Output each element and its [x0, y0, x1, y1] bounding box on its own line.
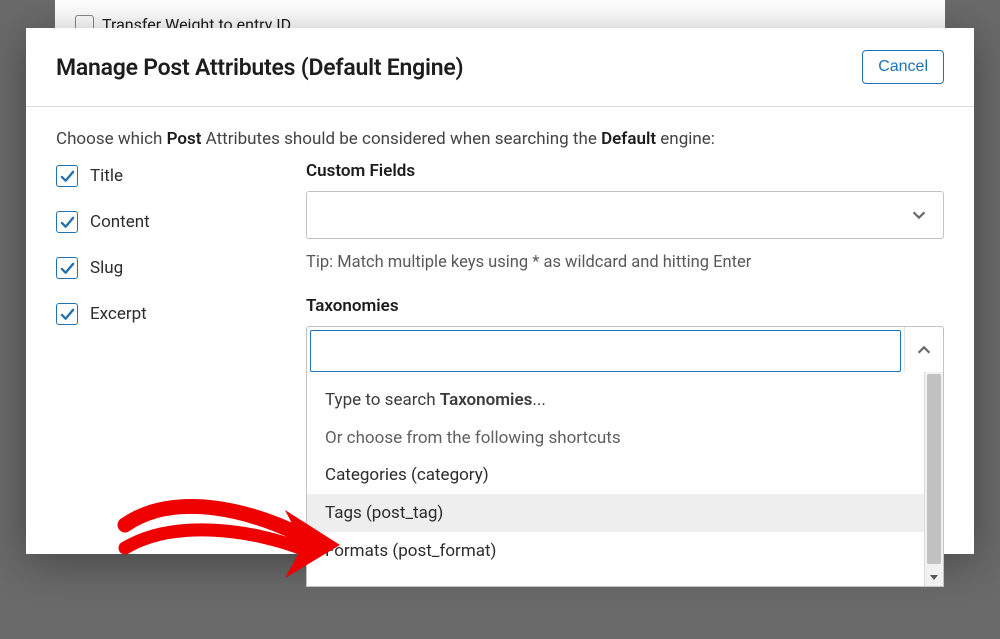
check-icon — [56, 257, 78, 279]
dropdown-subhead: Or choose from the following shortcuts — [307, 420, 924, 456]
custom-fields-tip: Tip: Match multiple keys using * as wild… — [306, 253, 944, 272]
manage-attributes-modal: Manage Post Attributes (Default Engine) … — [26, 28, 974, 554]
checkbox-label: Slug — [90, 258, 123, 278]
right-column: Custom Fields Tip: Match multiple keys u… — [306, 161, 944, 374]
check-icon — [56, 303, 78, 325]
scrollbar-thumb[interactable] — [927, 374, 941, 564]
custom-fields-label: Custom Fields — [306, 161, 944, 181]
check-icon — [56, 165, 78, 187]
taxonomy-option-categories[interactable]: Categories (category) — [307, 456, 924, 494]
dropdown-scrollbar[interactable] — [924, 372, 943, 586]
checkbox-label: Excerpt — [90, 304, 147, 324]
custom-fields-select[interactable] — [306, 191, 944, 239]
checkbox-title[interactable]: Title — [56, 165, 266, 187]
instruction-text: Choose which Post Attributes should be c… — [26, 107, 974, 155]
modal-header: Manage Post Attributes (Default Engine) … — [26, 28, 974, 107]
attribute-checkbox-list: Title Content Slug Excerpt — [56, 161, 266, 374]
modal-body: Title Content Slug Excerpt — [26, 155, 974, 404]
taxonomies-label: Taxonomies — [306, 296, 944, 316]
checkbox-slug[interactable]: Slug — [56, 257, 266, 279]
cancel-button[interactable]: Cancel — [862, 50, 944, 84]
modal-title: Manage Post Attributes (Default Engine) — [56, 54, 463, 81]
scrollbar-down-button[interactable] — [925, 568, 943, 586]
taxonomy-option-formats[interactable]: Formats (post_format) — [307, 532, 924, 570]
chevron-down-icon — [905, 201, 933, 229]
taxonomies-input-row — [306, 326, 944, 374]
chevron-up-icon[interactable] — [904, 327, 943, 373]
taxonomy-option-tags[interactable]: Tags (post_tag) — [307, 494, 924, 532]
checkbox-label: Title — [90, 166, 123, 186]
checkbox-content[interactable]: Content — [56, 211, 266, 233]
checkbox-label: Content — [90, 212, 150, 232]
taxonomies-dropdown-list: Type to search Taxonomies... Or choose f… — [307, 372, 924, 586]
taxonomies-dropdown: Type to search Taxonomies... Or choose f… — [306, 372, 944, 587]
checkbox-excerpt[interactable]: Excerpt — [56, 303, 266, 325]
taxonomies-combobox: Type to search Taxonomies... Or choose f… — [306, 326, 944, 374]
dropdown-placeholder: Type to search Taxonomies... — [307, 382, 924, 418]
check-icon — [56, 211, 78, 233]
taxonomies-search-input[interactable] — [310, 330, 901, 372]
